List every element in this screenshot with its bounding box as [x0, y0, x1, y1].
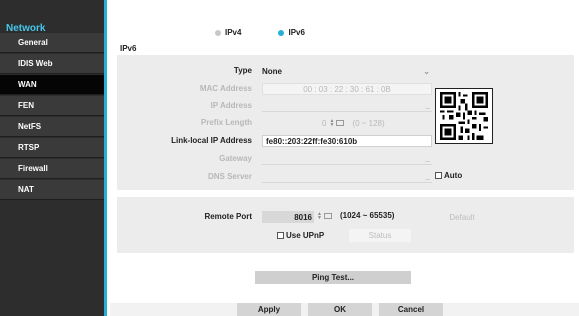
- sidebar-item-netfs[interactable]: NetFS: [0, 117, 104, 137]
- sidebar: Network General IDIS Web WAN FEN NetFS R…: [0, 0, 107, 316]
- field-marker-icon: _: [425, 101, 430, 110]
- radio-ipv6[interactable]: IPv6: [278, 28, 305, 37]
- ip-version-selector: IPv4 IPv6: [215, 28, 305, 37]
- remote-port-controls: ▲ ▼ (1024 ~ 65535): [314, 211, 394, 220]
- ok-button[interactable]: OK: [308, 303, 372, 316]
- sidebar-item-general[interactable]: General: [0, 33, 104, 53]
- linklocal-label: Link-local IP Address: [171, 136, 252, 145]
- status-button[interactable]: Status: [349, 229, 411, 242]
- dns-field: _: [262, 171, 432, 183]
- field-marker-icon: _: [425, 154, 430, 163]
- upnp-label: Use UPnP: [286, 231, 325, 240]
- gateway-label: Gateway: [219, 154, 252, 163]
- ping-test-button[interactable]: Ping Test...: [255, 271, 411, 284]
- type-row: Type: [117, 66, 252, 75]
- sidebar-title: Network: [0, 0, 104, 34]
- radio-ipv4-label: IPv4: [225, 28, 242, 37]
- ipv6-settings-panel: Type None ⌄ MAC Address 00 : 03 : 22 : 3…: [117, 55, 574, 190]
- apply-button[interactable]: Apply: [237, 303, 301, 316]
- sidebar-item-fen[interactable]: FEN: [0, 96, 104, 116]
- prefix-range: (0 ~ 128): [352, 118, 385, 128]
- remote-port-label: Remote Port: [204, 212, 252, 221]
- dns-label: DNS Server: [207, 172, 252, 181]
- type-value: None: [262, 66, 282, 76]
- sidebar-item-idis-web[interactable]: IDIS Web: [0, 54, 104, 74]
- sidebar-item-nat[interactable]: NAT: [0, 180, 104, 200]
- cancel-button[interactable]: Cancel: [379, 303, 443, 316]
- qr-code-icon: [435, 88, 493, 144]
- mac-field: 00 : 03 : 22 : 30 : 61 : 0B: [262, 83, 432, 95]
- sidebar-item-wan[interactable]: WAN: [0, 75, 104, 95]
- field-marker-icon: _: [425, 172, 430, 181]
- upnp-checkbox[interactable]: Use UPnP: [277, 231, 324, 240]
- remote-port-field[interactable]: 8016: [262, 211, 314, 223]
- dns-row: DNS Server: [117, 172, 252, 181]
- radio-off-icon: [215, 29, 221, 36]
- auto-label: Auto: [444, 171, 463, 180]
- prefix-value: 0: [322, 118, 327, 128]
- prefix-field: 0 ▲ ▼ (0 ~ 128): [262, 117, 432, 129]
- gateway-row: Gateway: [117, 154, 252, 163]
- type-label: Type: [233, 66, 252, 75]
- ip-label: IP Address: [210, 101, 252, 110]
- main-panel: IPv4 IPv6 IPv6 Type None ⌄ MAC Address 0…: [110, 0, 579, 316]
- default-button[interactable]: Default: [432, 211, 492, 224]
- radio-on-icon: [278, 29, 285, 36]
- ip-address-field: _: [262, 100, 432, 112]
- auto-checkbox[interactable]: Auto: [435, 171, 462, 180]
- stepper-icon: ▲ ▼: [329, 118, 335, 128]
- mac-label: MAC Address: [199, 84, 252, 93]
- gateway-field: _: [262, 153, 432, 165]
- prefix-row: Prefix Length: [117, 118, 252, 127]
- ip-row: IP Address: [117, 101, 252, 110]
- keyboard-icon[interactable]: [323, 212, 332, 219]
- section-title: IPv6: [120, 44, 137, 53]
- sidebar-item-firewall[interactable]: Firewall: [0, 159, 104, 179]
- linklocal-field[interactable]: fe80::203:22ff:fe30:610b: [262, 135, 432, 147]
- checkbox-icon: [435, 172, 442, 179]
- stepper-icon[interactable]: ▲ ▼: [317, 211, 322, 220]
- dropdown-arrow-icon: ⌄: [423, 67, 430, 76]
- type-dropdown[interactable]: None ⌄: [262, 65, 432, 77]
- mac-row: MAC Address: [117, 84, 252, 93]
- radio-ipv6-label: IPv6: [288, 28, 305, 37]
- linklocal-row: Link-local IP Address: [117, 136, 252, 145]
- prefix-label: Prefix Length: [200, 118, 252, 127]
- remote-port-row: Remote Port: [117, 212, 252, 221]
- remote-port-range: (1024 ~ 65535): [339, 211, 395, 220]
- keyboard-icon: [336, 120, 345, 126]
- port-settings-panel: Remote Port 8016 ▲ ▼ (1024 ~ 65535) Defau…: [117, 197, 574, 253]
- remote-port-value: 8016: [294, 212, 312, 222]
- radio-ipv4[interactable]: IPv4: [215, 28, 241, 37]
- checkbox-icon: [277, 232, 284, 239]
- sidebar-item-rtsp[interactable]: RTSP: [0, 138, 104, 158]
